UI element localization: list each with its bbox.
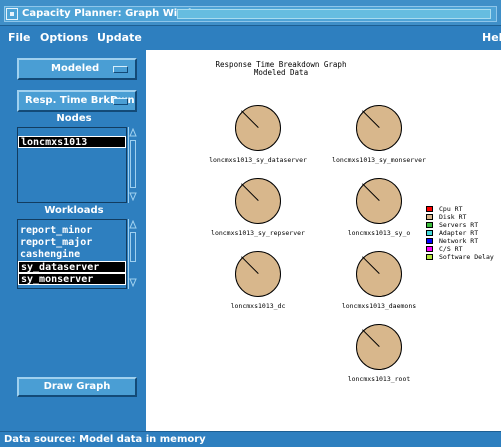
scroll-up-icon[interactable] [129,220,137,230]
pie-label: loncmxs1013_sy_monserver [332,156,426,164]
nodes-list[interactable]: loncmxs1013 [17,127,127,203]
legend-swatch [426,214,433,220]
nodes-label: Nodes [56,113,92,124]
pie-indicator-line [362,183,380,201]
pie-chart [235,178,281,224]
workloads-scrollbar[interactable] [128,219,137,289]
legend-swatch [426,222,433,228]
menu-update[interactable]: Update [97,31,142,44]
model-select-label: Modeled [51,63,100,74]
nodes-scrollbar[interactable] [128,127,137,203]
workloads-scroll-thumb[interactable] [130,232,136,262]
menu-options[interactable]: Options [40,31,88,44]
pie-chart [235,105,281,151]
pie-indicator-line [362,329,380,347]
pie-chart [235,251,281,297]
pie-label: loncmxs1013_sy_repserver [211,229,305,237]
menu-bar: File Options Update Help [0,27,501,47]
title-bar: Capacity Planner: Graph Window [0,0,501,26]
legend-label: Software Delay [439,253,494,261]
model-select[interactable]: Modeled [17,58,137,80]
legend-swatch [426,246,433,252]
option-menu-indicator-icon [113,98,128,105]
pie-chart [356,251,402,297]
pie-label: loncmxs1013_daemons [341,302,417,310]
graph-subtitle: Modeled Data [253,68,309,77]
control-panel: Modeled Resp. Time BrkDwn Nodes loncmxs1… [0,47,143,431]
status-text: Data source: Model data in memory [4,434,206,445]
pie-indicator-line [241,110,259,128]
legend-swatch [426,238,433,244]
workload-list-item[interactable]: report_major [18,237,126,249]
pie-label: loncmxs1013_dc [230,302,286,310]
workload-list-item[interactable]: sy_monserver [18,273,126,285]
workload-list-item[interactable]: sy_dataserver [18,261,126,273]
legend-label: Network RT [439,237,479,245]
pie-indicator-line [241,183,259,201]
pie-chart [356,324,402,370]
legend-label: Cpu RT [439,205,463,213]
graph-canvas: Response Time Breakdown Graph Modeled Da… [146,50,501,431]
pie-chart [356,178,402,224]
option-menu-indicator-icon [113,66,128,73]
legend-swatch [426,206,433,212]
title-drag-area[interactable] [177,9,491,19]
legend-swatch [426,230,433,236]
pie-indicator-line [362,110,380,128]
legend-label: C/S RT [439,245,463,253]
window-menu-icon[interactable] [6,8,18,20]
pie-label: loncmxs1013_sy_dataserver [209,156,307,164]
pie-label: loncmxs1013_root [347,375,411,383]
pie-label: loncmxs1013_sy_o [347,229,411,237]
workload-list-item[interactable]: cashengine [18,249,126,261]
legend-label: Disk RT [439,213,467,221]
graph-type-select[interactable]: Resp. Time BrkDwn [17,90,137,112]
scroll-down-icon[interactable] [129,191,137,201]
status-bar: Data source: Model data in memory [0,431,501,447]
nodes-scroll-thumb[interactable] [130,140,136,188]
scroll-down-icon[interactable] [129,277,137,287]
menu-file[interactable]: File [8,31,31,44]
pie-chart [356,105,402,151]
pie-indicator-line [241,256,259,274]
legend-swatch [426,254,433,260]
workload-list-item[interactable]: report_minor [18,225,126,237]
menu-help[interactable]: Help [482,31,501,44]
legend-label: Adapter RT [439,229,479,237]
scroll-up-icon[interactable] [129,128,137,138]
title-bar-inner: Capacity Planner: Graph Window [4,6,497,22]
node-list-item[interactable]: loncmxs1013 [18,136,126,148]
pie-indicator-line [362,256,380,274]
workloads-label: Workloads [44,205,104,216]
draw-graph-button[interactable]: Draw Graph [17,377,137,397]
workloads-list[interactable]: report_minor report_major cashengine sy_dat… [17,219,127,289]
legend-label: Servers RT [439,221,479,229]
